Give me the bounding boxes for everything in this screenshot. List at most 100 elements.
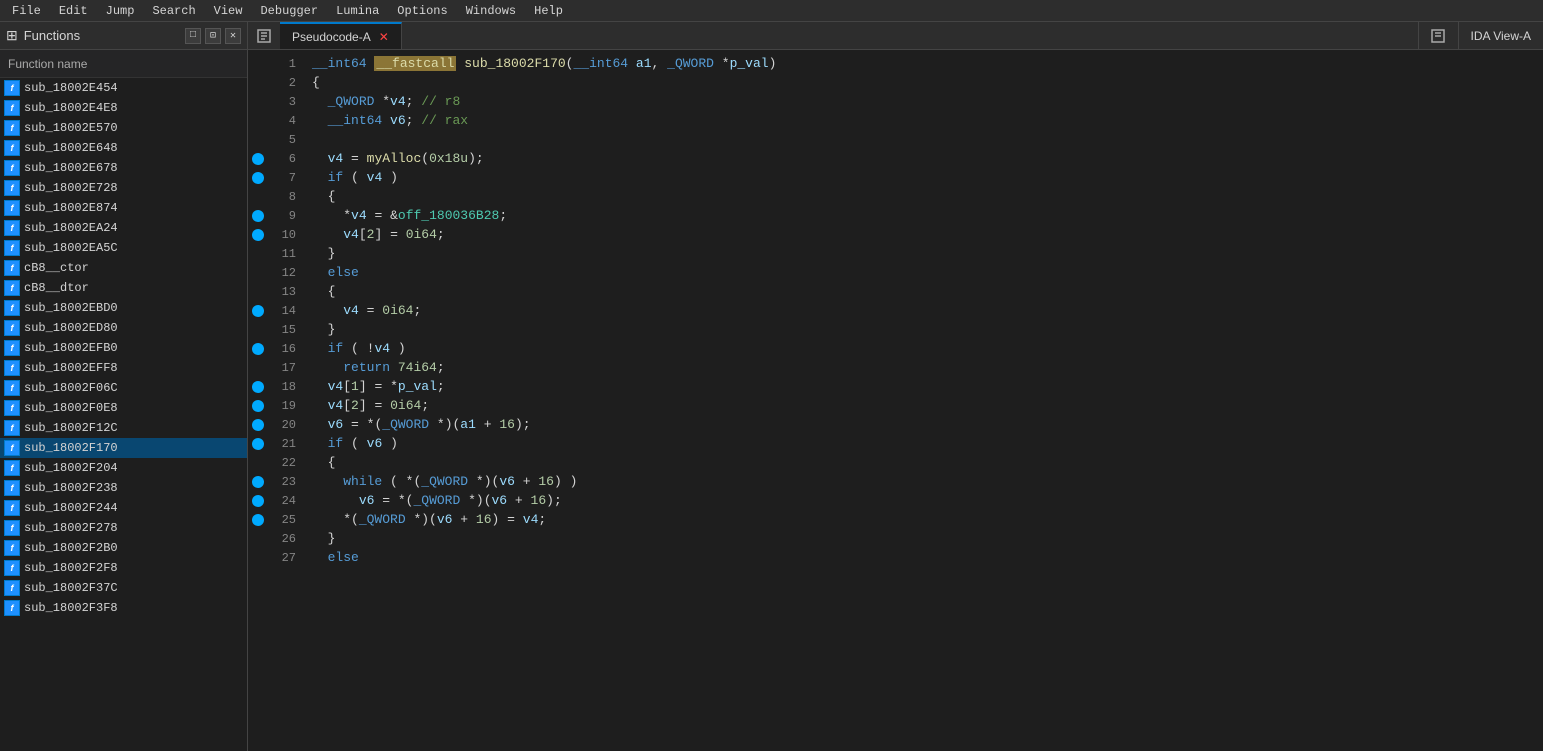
code-line[interactable]: 21 if ( v6 ) [248, 434, 1543, 453]
function-name: sub_18002F238 [24, 481, 118, 495]
function-icon: f [4, 160, 20, 176]
panel-title: ⊞ Functions [6, 27, 80, 44]
line-content: if ( v4 ) [304, 168, 1543, 187]
function-list-item[interactable]: fsub_18002F37C [0, 578, 247, 598]
menu-windows[interactable]: Windows [458, 2, 524, 20]
function-icon: f [4, 280, 20, 296]
code-line[interactable]: 13 { [248, 282, 1543, 301]
code-line[interactable]: 5 [248, 130, 1543, 149]
function-list-item[interactable]: fsub_18002E874 [0, 198, 247, 218]
function-list-item[interactable]: fsub_18002F12C [0, 418, 247, 438]
code-line[interactable]: 15 } [248, 320, 1543, 339]
breakpoint-area[interactable] [248, 153, 268, 165]
code-line[interactable]: 9 *v4 = &off_180036B28; [248, 206, 1543, 225]
panel-float-btn[interactable]: ⊡ [205, 28, 221, 44]
code-line[interactable]: 17 return 74i64; [248, 358, 1543, 377]
function-list-item[interactable]: fsub_18002EA24 [0, 218, 247, 238]
code-line[interactable]: 11 } [248, 244, 1543, 263]
main-layout: ⊞ Functions □ ⊡ ✕ Function name fsub_180… [0, 22, 1543, 751]
breakpoint-area[interactable] [248, 476, 268, 488]
function-list-item[interactable]: fsub_18002EFB0 [0, 338, 247, 358]
function-list-item[interactable]: fsub_18002ED80 [0, 318, 247, 338]
tab-close-btn[interactable]: ✕ [379, 30, 389, 44]
panel-minimize-btn[interactable]: □ [185, 28, 201, 44]
breakpoint-area[interactable] [248, 419, 268, 431]
function-list-item[interactable]: fsub_18002F06C [0, 378, 247, 398]
pseudocode-tab[interactable]: Pseudocode-A ✕ [280, 22, 402, 49]
code-line[interactable]: 6 v4 = myAlloc(0x18u); [248, 149, 1543, 168]
function-list-item[interactable]: fsub_18002F2B0 [0, 538, 247, 558]
menu-lumina[interactable]: Lumina [328, 2, 387, 20]
menu-view[interactable]: View [206, 2, 251, 20]
menu-options[interactable]: Options [389, 2, 455, 20]
code-line[interactable]: 14 v4 = 0i64; [248, 301, 1543, 320]
breakpoint-area[interactable] [248, 381, 268, 393]
function-list-item[interactable]: fsub_18002E570 [0, 118, 247, 138]
function-list-item[interactable]: fsub_18002F238 [0, 478, 247, 498]
code-line[interactable]: 18 v4[1] = *p_val; [248, 377, 1543, 396]
code-line[interactable]: 4 __int64 v6; // rax [248, 111, 1543, 130]
breakpoint-area[interactable] [248, 343, 268, 355]
code-line[interactable]: 25 *(_QWORD *)(v6 + 16) = v4; [248, 510, 1543, 529]
code-line[interactable]: 24 v6 = *(_QWORD *)(v6 + 16); [248, 491, 1543, 510]
function-list-item[interactable]: fsub_18002F170 [0, 438, 247, 458]
code-line[interactable]: 27 else [248, 548, 1543, 567]
menu-debugger[interactable]: Debugger [252, 2, 326, 20]
code-line[interactable]: 16 if ( !v4 ) [248, 339, 1543, 358]
code-line[interactable]: 20 v6 = *(_QWORD *)(a1 + 16); [248, 415, 1543, 434]
ida-view-tab[interactable]: IDA View-A [1458, 22, 1543, 49]
function-list-item[interactable]: fsub_18002E678 [0, 158, 247, 178]
breakpoint-area[interactable] [248, 210, 268, 222]
breakpoint-area[interactable] [248, 514, 268, 526]
menu-search[interactable]: Search [144, 2, 203, 20]
function-icon: f [4, 100, 20, 116]
code-line[interactable]: 10 v4[2] = 0i64; [248, 225, 1543, 244]
breakpoint-area[interactable] [248, 400, 268, 412]
menu-help[interactable]: Help [526, 2, 571, 20]
function-list-item[interactable]: fsub_18002F2F8 [0, 558, 247, 578]
tab-left-icon [248, 22, 280, 49]
functions-list[interactable]: fsub_18002E454fsub_18002E4E8fsub_18002E5… [0, 78, 247, 751]
code-line[interactable]: 12 else [248, 263, 1543, 282]
function-icon: f [4, 320, 20, 336]
line-number: 14 [268, 304, 304, 318]
function-icon: f [4, 300, 20, 316]
code-area[interactable]: 1__int64 __fastcall sub_18002F170(__int6… [248, 50, 1543, 751]
function-name: sub_18002F37C [24, 581, 118, 595]
breakpoint-area[interactable] [248, 305, 268, 317]
function-list-item[interactable]: fsub_18002F278 [0, 518, 247, 538]
function-list-item[interactable]: fsub_18002EFF8 [0, 358, 247, 378]
code-line[interactable]: 3 _QWORD *v4; // r8 [248, 92, 1543, 111]
menu-jump[interactable]: Jump [98, 2, 143, 20]
function-icon: f [4, 420, 20, 436]
breakpoint-dot [252, 381, 264, 393]
breakpoint-area[interactable] [248, 438, 268, 450]
code-line[interactable]: 23 while ( *(_QWORD *)(v6 + 16) ) [248, 472, 1543, 491]
function-list-item[interactable]: fsub_18002E648 [0, 138, 247, 158]
breakpoint-dot [252, 419, 264, 431]
function-list-item[interactable]: fsub_18002F204 [0, 458, 247, 478]
breakpoint-area[interactable] [248, 229, 268, 241]
code-line[interactable]: 7 if ( v4 ) [248, 168, 1543, 187]
menu-edit[interactable]: Edit [51, 2, 96, 20]
function-list-item[interactable]: fsub_18002EA5C [0, 238, 247, 258]
breakpoint-area[interactable] [248, 495, 268, 507]
panel-close-btn[interactable]: ✕ [225, 28, 241, 44]
function-list-item[interactable]: fsub_18002F3F8 [0, 598, 247, 618]
function-list-item[interactable]: fsub_18002F0E8 [0, 398, 247, 418]
function-list-item[interactable]: fcB8__dtor [0, 278, 247, 298]
function-list-item[interactable]: fsub_18002E4E8 [0, 98, 247, 118]
function-list-item[interactable]: fsub_18002EBD0 [0, 298, 247, 318]
code-line[interactable]: 19 v4[2] = 0i64; [248, 396, 1543, 415]
function-list-item[interactable]: fsub_18002F244 [0, 498, 247, 518]
function-list-item[interactable]: fcB8__ctor [0, 258, 247, 278]
function-list-item[interactable]: fsub_18002E728 [0, 178, 247, 198]
code-line[interactable]: 2{ [248, 73, 1543, 92]
code-line[interactable]: 8 { [248, 187, 1543, 206]
code-line[interactable]: 22 { [248, 453, 1543, 472]
breakpoint-area[interactable] [248, 172, 268, 184]
code-line[interactable]: 1__int64 __fastcall sub_18002F170(__int6… [248, 54, 1543, 73]
menu-file[interactable]: File [4, 2, 49, 20]
code-line[interactable]: 26 } [248, 529, 1543, 548]
function-list-item[interactable]: fsub_18002E454 [0, 78, 247, 98]
